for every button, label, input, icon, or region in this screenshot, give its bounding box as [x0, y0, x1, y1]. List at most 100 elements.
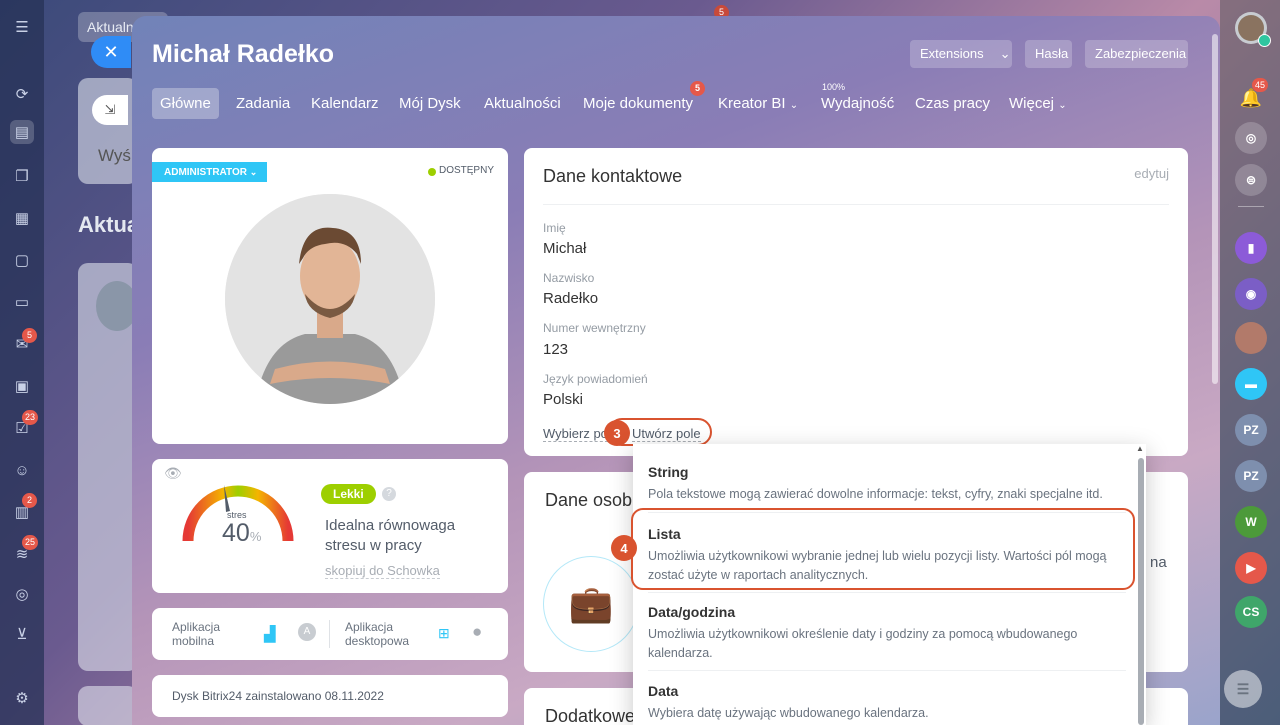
stress-unit: % — [249, 529, 262, 544]
group-avatar[interactable] — [1235, 322, 1267, 354]
tab-my-documents[interactable]: Moje dokumenty — [575, 88, 701, 119]
menu-lines-icon[interactable]: ☰ — [1224, 670, 1262, 708]
settings-icon[interactable]: ⚙ — [10, 686, 34, 710]
chevron-down-icon: ⌄ — [1058, 100, 1067, 111]
tab-bi-builder[interactable]: Kreator BI ⌄ — [710, 88, 806, 119]
target-icon[interactable]: ◎ — [10, 582, 34, 606]
option-title: Data/godzina — [648, 604, 736, 620]
search-chat-icon[interactable]: ⊜ — [1235, 164, 1267, 196]
menu-icon[interactable]: ☰ — [10, 15, 34, 39]
apple-icon[interactable]: ● — [472, 622, 482, 642]
right-sidebar: 🔔 45 ◎ ⊜ ▮ ◉ ▬ PZ PZ W ▶ CS ☰ — [1220, 0, 1280, 725]
contact-avatar[interactable]: PZ — [1235, 460, 1267, 492]
role-tag[interactable]: ADMINISTRATOR ⌄ — [152, 162, 268, 182]
mobile-app-label: Aplikacja mobilna — [172, 620, 221, 648]
status-dot — [428, 168, 436, 176]
spiral-icon[interactable]: ◎ — [1235, 122, 1267, 154]
dropdown-scrollbar[interactable] — [1138, 458, 1144, 725]
tab-main[interactable]: Główne — [152, 88, 219, 119]
stress-card: 👁 stres 40% Lekki ? Idealna równowaga st… — [152, 459, 508, 593]
contact-card-title: Dane kontaktowe — [543, 166, 683, 186]
background-post — [78, 263, 138, 671]
tab-bi-label: Kreator BI — [718, 95, 786, 112]
field-value: Michał — [543, 240, 587, 257]
chat-bubble-icon[interactable]: ▬ — [1235, 368, 1267, 400]
security-button[interactable]: Zabezpieczenia — [1085, 40, 1188, 68]
scroll-up-arrow[interactable]: ▲ — [1134, 444, 1146, 454]
contact-avatar[interactable]: PZ — [1235, 414, 1267, 446]
background-heading: Aktua — [78, 212, 140, 237]
feed-icon[interactable]: ⟳ — [10, 82, 34, 106]
create-field-link[interactable]: Utwórz pole — [632, 426, 701, 442]
role-label: ADMINISTRATOR — [164, 167, 247, 178]
divider — [1238, 206, 1264, 207]
background-post — [78, 686, 138, 725]
copilot-icon[interactable]: ◉ — [1235, 278, 1267, 310]
passwords-button[interactable]: Hasła — [1025, 40, 1072, 68]
field-type-date[interactable]: Data Wybiera datę używając wbudowanego k… — [648, 683, 1123, 723]
field-value: Radełko — [543, 290, 599, 307]
tab-calendar[interactable]: Kalendarz — [303, 88, 387, 119]
documents-badge: 5 — [690, 81, 705, 96]
video-icon[interactable]: ▶ — [1235, 552, 1267, 584]
android-icon[interactable]: ▟ — [264, 625, 276, 643]
contacts-badge: 2 — [22, 493, 37, 508]
chat-icon[interactable]: ❐ — [10, 164, 34, 188]
left-sidebar: ☰ ⟳ ▤ ❐ ▦ ▢ ▭ ✉ 5 ▣ ☑ 23 ☺ ▥ 2 ≋ 25 ◎ ⊻ … — [0, 0, 44, 725]
windows-icon[interactable]: ⊞ — [438, 625, 450, 642]
profile-card: ADMINISTRATOR ⌄ DOSTĘPNY — [152, 148, 508, 444]
user-photo[interactable] — [225, 194, 435, 404]
chevron-down-icon: ⌄ — [999, 46, 1011, 61]
personal-card-title: Dane osob — [545, 490, 633, 510]
option-description: Wybiera datę używając wbudowanego kalend… — [648, 706, 929, 720]
copy-to-clipboard-link[interactable]: skopiuj do Schowka — [325, 563, 440, 579]
extensions-button[interactable]: Extensions ⌄ — [910, 40, 1012, 68]
additional-card-title: Dodatkowe — [545, 706, 636, 725]
contacts-icon[interactable]: ☺ — [10, 458, 34, 482]
step-marker-3: 3 — [604, 420, 630, 446]
edit-link[interactable]: edytuj — [1134, 166, 1169, 181]
tab-my-drive[interactable]: Mój Dysk — [391, 88, 469, 119]
disk-installed-text: Dysk Bitrix24 zainstalowano 08.11.2022 — [172, 689, 384, 703]
documents-icon[interactable]: ▤ — [10, 120, 34, 144]
drive-icon[interactable]: ▭ — [10, 290, 34, 314]
disk-card: Dysk Bitrix24 zainstalowano 08.11.2022 — [152, 675, 508, 717]
tab-tasks[interactable]: Zadania — [228, 88, 298, 119]
field-label: Język powiadomień — [543, 372, 648, 386]
contact-avatar[interactable]: CS — [1235, 596, 1267, 628]
tab-more[interactable]: Więcej ⌄ — [1001, 88, 1075, 119]
personal-card-fragment: na — [1150, 554, 1167, 571]
file-icon[interactable]: ▢ — [10, 248, 34, 272]
tab-worktime[interactable]: Czas pracy — [907, 88, 998, 119]
tab-efficiency[interactable]: Wydajność — [813, 88, 902, 119]
presentation-icon[interactable]: ▣ — [10, 374, 34, 398]
tasks-badge: 23 — [22, 410, 39, 425]
choose-field-link[interactable]: Wybierz po — [543, 426, 608, 442]
cart-icon[interactable]: ⊻ — [10, 622, 34, 646]
field-label: Numer wewnętrzny — [543, 321, 646, 335]
calendar-icon[interactable]: ▦ — [10, 206, 34, 230]
contact-card: Dane kontaktowe edytuj Imię Michał Nazwi… — [524, 148, 1188, 456]
option-description: Pola tekstowe mogą zawierać dowolne info… — [648, 487, 1103, 501]
close-slider-button[interactable]: ✕ — [91, 36, 131, 68]
slider-scrollbar[interactable] — [1212, 34, 1218, 384]
background-card-text: Wyś — [98, 146, 131, 165]
help-icon[interactable]: ? — [382, 487, 396, 501]
contact-avatar[interactable]: W — [1235, 506, 1267, 538]
field-label: Nazwisko — [543, 271, 595, 285]
option-title: Data — [648, 683, 679, 699]
field-type-string[interactable]: String Pola tekstowe mogą zawierać dowol… — [648, 464, 1123, 504]
notes-icon[interactable]: ▮ — [1235, 232, 1267, 264]
chevron-down-icon: ⌄ — [249, 167, 258, 177]
step-marker-4: 4 — [611, 535, 637, 561]
notifications-badge: 45 — [1252, 78, 1268, 92]
desktop-app-label: Aplikacja desktopowa — [345, 620, 410, 648]
tab-feed[interactable]: Aktualności — [476, 88, 569, 119]
field-type-datetime[interactable]: Data/godzina Umożliwia użytkownikowi okr… — [648, 604, 1123, 663]
extensions-label: Extensions — [920, 46, 984, 61]
field-value: Polski — [543, 391, 584, 408]
divider — [329, 620, 330, 648]
field-value: 123 — [543, 341, 569, 358]
app-store-icon[interactable]: A — [298, 623, 316, 641]
option-title: String — [648, 464, 689, 480]
